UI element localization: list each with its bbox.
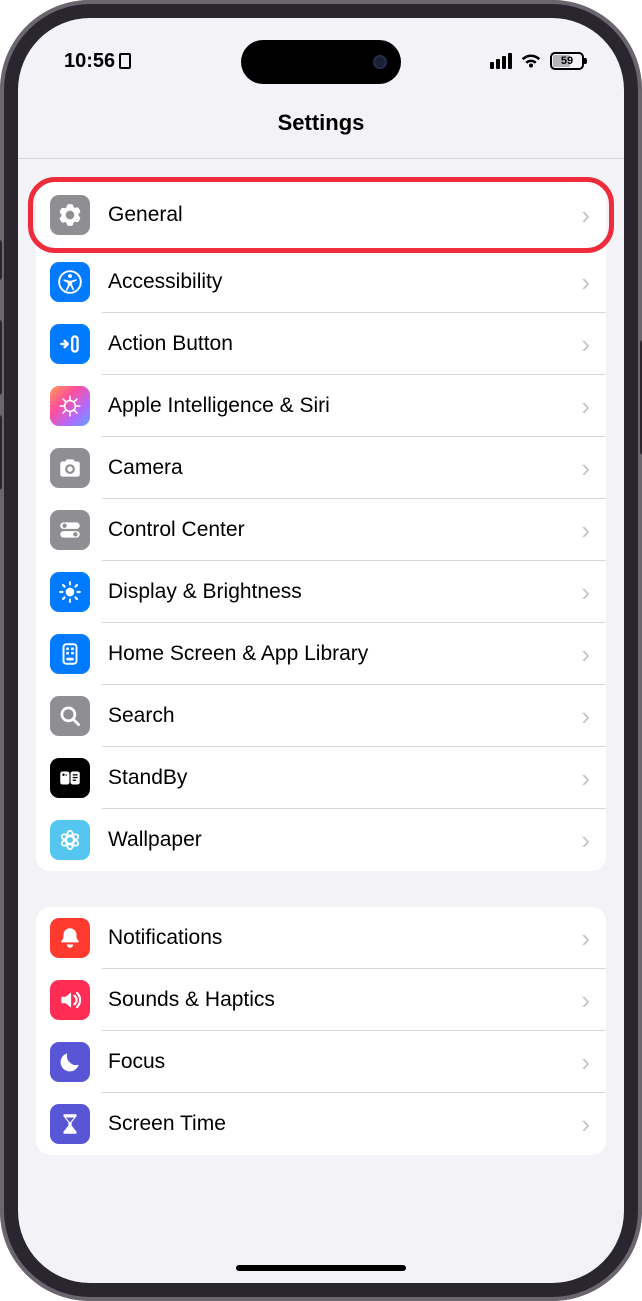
chevron-right-icon: › xyxy=(581,579,590,605)
row-label: Apple Intelligence & Siri xyxy=(108,394,581,418)
row-label: Accessibility xyxy=(108,270,581,294)
settings-row-wallpaper[interactable]: Wallpaper› xyxy=(36,809,606,871)
settings-row-search[interactable]: Search› xyxy=(36,685,606,747)
settings-group: General›Accessibility›Action Button›Appl… xyxy=(36,182,606,871)
row-label: Display & Brightness xyxy=(108,580,581,604)
settings-row-focus[interactable]: Focus› xyxy=(36,1031,606,1093)
camera-icon xyxy=(50,448,90,488)
chevron-right-icon: › xyxy=(581,925,590,951)
row-label: Sounds & Haptics xyxy=(108,988,581,1012)
chevron-right-icon: › xyxy=(581,517,590,543)
settings-list: General›Accessibility›Action Button›Appl… xyxy=(18,159,624,1155)
bell-icon xyxy=(50,918,90,958)
chevron-right-icon: › xyxy=(581,765,590,791)
row-label: Search xyxy=(108,704,581,728)
hourglass-icon xyxy=(50,1104,90,1144)
nav-header: Settings xyxy=(18,98,624,159)
battery-pct: 59 xyxy=(561,55,573,67)
chevron-right-icon: › xyxy=(581,1111,590,1137)
settings-group: Notifications›Sounds & Haptics›Focus›Scr… xyxy=(36,907,606,1155)
chevron-right-icon: › xyxy=(581,987,590,1013)
settings-row-display-brightness[interactable]: Display & Brightness› xyxy=(36,561,606,623)
home-screen-icon xyxy=(50,634,90,674)
settings-row-notifications[interactable]: Notifications› xyxy=(36,907,606,969)
chevron-right-icon: › xyxy=(581,331,590,357)
wallpaper-icon xyxy=(50,820,90,860)
wifi-icon xyxy=(520,53,542,69)
screen: 10:56 59 Settings General›Accessibility›… xyxy=(18,18,624,1283)
battery-icon: 59 xyxy=(550,52,584,70)
cellular-icon xyxy=(490,53,512,69)
apple-intelligence-icon xyxy=(50,386,90,426)
settings-row-camera[interactable]: Camera› xyxy=(36,437,606,499)
row-label: StandBy xyxy=(108,766,581,790)
row-label: General xyxy=(108,203,581,227)
chevron-right-icon: › xyxy=(581,703,590,729)
row-label: Notifications xyxy=(108,926,581,950)
device-frame: 10:56 59 Settings General›Accessibility›… xyxy=(0,0,642,1301)
sim-icon xyxy=(119,53,131,69)
row-label: Control Center xyxy=(108,518,581,542)
chevron-right-icon: › xyxy=(581,393,590,419)
row-label: Focus xyxy=(108,1050,581,1074)
chevron-right-icon: › xyxy=(581,202,590,228)
settings-row-home-screen-app-library[interactable]: Home Screen & App Library› xyxy=(36,623,606,685)
settings-row-apple-intelligence-siri[interactable]: Apple Intelligence & Siri› xyxy=(36,375,606,437)
chevron-right-icon: › xyxy=(581,455,590,481)
chevron-right-icon: › xyxy=(581,1049,590,1075)
row-label: Wallpaper xyxy=(108,828,581,852)
chevron-right-icon: › xyxy=(581,641,590,667)
row-label: Camera xyxy=(108,456,581,480)
settings-row-action-button[interactable]: Action Button› xyxy=(36,313,606,375)
gear-icon xyxy=(50,195,90,235)
search-icon xyxy=(50,696,90,736)
status-time: 10:56 xyxy=(64,50,115,73)
control-center-icon xyxy=(50,510,90,550)
settings-row-screen-time[interactable]: Screen Time› xyxy=(36,1093,606,1155)
moon-icon xyxy=(50,1042,90,1082)
chevron-right-icon: › xyxy=(581,827,590,853)
accessibility-icon xyxy=(50,262,90,302)
standby-icon xyxy=(50,758,90,798)
row-label: Action Button xyxy=(108,332,581,356)
row-label: Screen Time xyxy=(108,1112,581,1136)
chevron-right-icon: › xyxy=(581,269,590,295)
settings-row-general[interactable]: General› xyxy=(33,182,609,248)
brightness-icon xyxy=(50,572,90,612)
home-indicator[interactable] xyxy=(236,1265,406,1271)
row-label: Home Screen & App Library xyxy=(108,642,581,666)
settings-row-control-center[interactable]: Control Center› xyxy=(36,499,606,561)
settings-row-sounds-haptics[interactable]: Sounds & Haptics› xyxy=(36,969,606,1031)
page-title: Settings xyxy=(18,110,624,136)
settings-row-accessibility[interactable]: Accessibility› xyxy=(36,251,606,313)
dynamic-island xyxy=(241,40,401,84)
action-button-icon xyxy=(50,324,90,364)
speaker-icon xyxy=(50,980,90,1020)
settings-row-standby[interactable]: StandBy› xyxy=(36,747,606,809)
